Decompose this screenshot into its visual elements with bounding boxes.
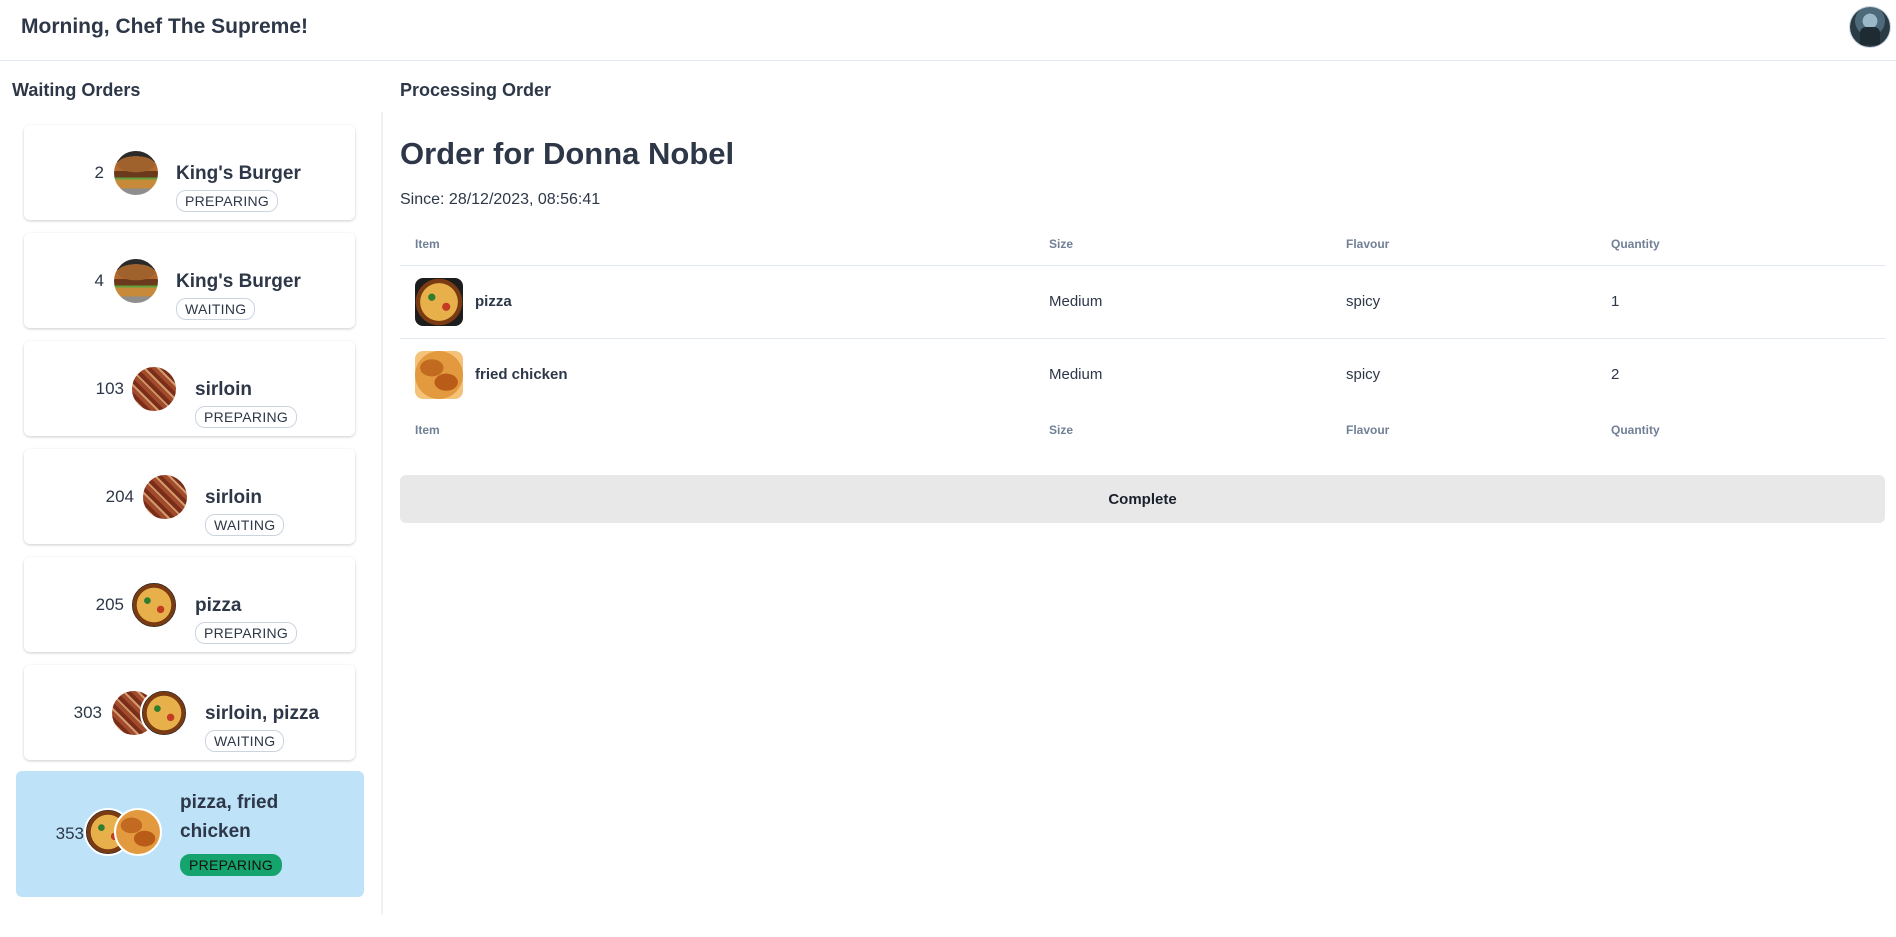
fried-chicken-image bbox=[415, 351, 463, 399]
footer-header-size: Size bbox=[1049, 423, 1074, 437]
order-name-line1: pizza, fried bbox=[180, 792, 279, 813]
burger-image bbox=[112, 149, 160, 197]
sirloin-image bbox=[141, 473, 189, 521]
column-header-size: Size bbox=[1049, 237, 1074, 251]
sirloin-image bbox=[130, 365, 178, 413]
scrollbar[interactable] bbox=[381, 112, 383, 915]
item-quantity: 2 bbox=[1611, 366, 1620, 383]
top-bar: Morning, Chef The Supreme! bbox=[0, 0, 1896, 61]
item-size: Medium bbox=[1049, 293, 1103, 310]
order-number: 4 bbox=[94, 271, 104, 290]
order-name: pizza bbox=[195, 595, 242, 616]
greeting-text: Morning, Chef The Supreme! bbox=[21, 15, 309, 38]
burger-image bbox=[112, 257, 160, 305]
processing-order-title: Processing Order bbox=[400, 80, 552, 100]
pizza-image bbox=[130, 581, 178, 629]
status-badge: PREPARING bbox=[195, 406, 298, 428]
order-card-353-selected[interactable]: 353 pizza, fried chicken PREPARING bbox=[16, 771, 364, 897]
item-size: Medium bbox=[1049, 366, 1103, 383]
order-number: 204 bbox=[105, 487, 134, 506]
status-badge: WAITING bbox=[205, 730, 285, 752]
order-name: King's Burger bbox=[176, 271, 301, 292]
user-avatar-icon[interactable] bbox=[1850, 7, 1890, 47]
order-number: 205 bbox=[95, 595, 124, 614]
order-name-line2: chicken bbox=[180, 821, 251, 842]
waiting-orders-list[interactable]: 2 King's Burger PREPARING 4 King's Burge… bbox=[12, 112, 383, 915]
order-card-303[interactable]: 303 sirloin, pizza WAITING bbox=[24, 665, 355, 760]
order-card-2[interactable]: 2 King's Burger PREPARING bbox=[24, 125, 355, 220]
column-header-quantity: Quantity bbox=[1611, 237, 1660, 251]
waiting-orders-title: Waiting Orders bbox=[12, 80, 141, 100]
order-name: sirloin bbox=[195, 379, 253, 400]
order-number: 2 bbox=[94, 163, 104, 182]
item-flavour: spicy bbox=[1346, 366, 1381, 383]
pizza-image bbox=[140, 689, 188, 737]
order-since: Since: 28/12/2023, 08:56:41 bbox=[400, 191, 601, 208]
order-card-4[interactable]: 4 King's Burger WAITING bbox=[24, 233, 355, 328]
order-number: 353 bbox=[55, 824, 84, 843]
status-badge: WAITING bbox=[176, 298, 256, 320]
order-card-204[interactable]: 204 sirloin WAITING bbox=[24, 449, 355, 544]
order-card-103[interactable]: 103 sirloin PREPARING bbox=[24, 341, 355, 436]
item-flavour: spicy bbox=[1346, 293, 1381, 310]
column-header-item: Item bbox=[415, 237, 440, 251]
item-name: pizza bbox=[475, 293, 512, 310]
status-badge: PREPARING bbox=[180, 854, 283, 876]
footer-header-quantity: Quantity bbox=[1611, 423, 1660, 437]
order-card-205[interactable]: 205 pizza PREPARING bbox=[24, 557, 355, 652]
status-badge: PREPARING bbox=[176, 190, 279, 212]
divider bbox=[400, 338, 1885, 339]
column-header-flavour: Flavour bbox=[1346, 237, 1390, 251]
item-name: fried chicken bbox=[475, 366, 568, 383]
order-name: King's Burger bbox=[176, 163, 301, 184]
order-title: Order for Donna Nobel bbox=[400, 136, 735, 171]
order-number: 103 bbox=[95, 379, 124, 398]
order-name: sirloin, pizza bbox=[205, 703, 320, 724]
footer-header-item: Item bbox=[415, 423, 440, 437]
complete-button[interactable]: Complete bbox=[400, 475, 1885, 523]
divider bbox=[400, 265, 1885, 266]
status-badge: WAITING bbox=[205, 514, 285, 536]
fried-chicken-image bbox=[114, 808, 162, 856]
order-name: sirloin bbox=[205, 487, 263, 508]
pizza-image bbox=[415, 278, 463, 326]
order-number: 303 bbox=[73, 703, 102, 722]
status-badge: PREPARING bbox=[195, 622, 298, 644]
footer-header-flavour: Flavour bbox=[1346, 423, 1390, 437]
item-quantity: 1 bbox=[1611, 293, 1620, 310]
